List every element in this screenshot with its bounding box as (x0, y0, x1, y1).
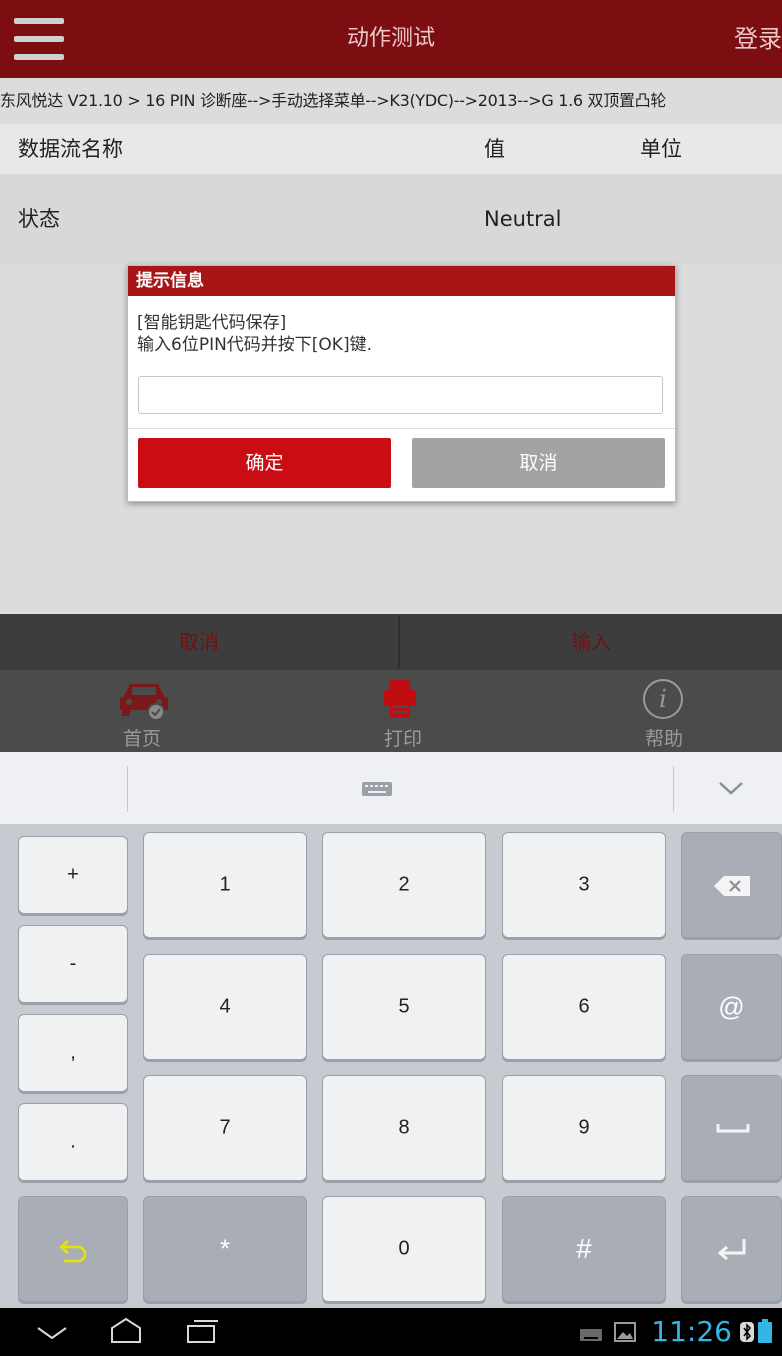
pin-input[interactable] (138, 376, 663, 414)
key-period[interactable]: . (18, 1103, 128, 1181)
keyboard-hide-chevron-icon[interactable] (716, 778, 746, 798)
svg-text:i: i (659, 685, 667, 713)
dialog-title-bar (128, 266, 675, 296)
table-header: 数据流名称 值 单位 (0, 124, 782, 174)
table-row: 状态 Neutral (0, 174, 782, 264)
column-name-header: 数据流名称 (18, 137, 123, 161)
key-star[interactable]: * (143, 1196, 307, 1302)
nav-print-label[interactable]: 打印 (343, 724, 463, 751)
key-8[interactable]: 8 (322, 1075, 486, 1181)
numeric-keyboard: + - , . 1 2 3 4 5 6 @ 7 8 9 * 0 # (0, 824, 782, 1308)
battery-icon (758, 1319, 772, 1343)
key-hash[interactable]: # (502, 1196, 666, 1302)
key-2[interactable]: 2 (322, 832, 486, 938)
row-value: Neutral (484, 207, 562, 231)
key-enter[interactable] (681, 1196, 782, 1302)
cancel-button[interactable]: 取消 (412, 438, 665, 488)
key-plus[interactable]: + (18, 836, 128, 914)
key-undo[interactable] (18, 1196, 128, 1302)
back-icon[interactable] (36, 1324, 68, 1342)
ok-button[interactable]: 确定 (138, 438, 391, 488)
action-cancel-button[interactable]: 取消 (0, 614, 398, 670)
action-input-button[interactable]: 输入 (400, 614, 782, 670)
key-backspace[interactable] (681, 832, 782, 938)
keyboard-toolbar-divider (673, 766, 674, 812)
dialog-title: 提示信息 (136, 271, 204, 291)
key-5[interactable]: 5 (322, 954, 486, 1060)
dialog-message-line2: 输入6位PIN代码并按下[OK]键. (137, 335, 372, 355)
home-icon[interactable] (108, 1316, 144, 1344)
key-9[interactable]: 9 (502, 1075, 666, 1181)
row-name: 状态 (18, 207, 60, 231)
keyboard-icon[interactable] (362, 781, 392, 796)
key-4[interactable]: 4 (143, 954, 307, 1060)
page-title: 动作测试 (346, 26, 435, 51)
print-icon[interactable] (380, 676, 420, 722)
prompt-dialog: 提示信息 [智能钥匙代码保存] 输入6位PIN代码并按下[OK]键. 确定 取消 (127, 265, 676, 502)
key-comma[interactable]: , (18, 1014, 128, 1092)
nav-home-label[interactable]: 首页 (82, 724, 202, 751)
key-at[interactable]: @ (681, 954, 782, 1060)
keyboard-toolbar-divider (127, 766, 128, 812)
key-0[interactable]: 0 (322, 1196, 486, 1302)
key-7[interactable]: 7 (143, 1075, 307, 1181)
key-1[interactable]: 1 (143, 832, 307, 938)
recent-apps-icon[interactable] (186, 1318, 220, 1344)
column-unit-header: 单位 (640, 137, 682, 161)
key-6[interactable]: 6 (502, 954, 666, 1060)
status-clock: 11:26 (651, 1315, 732, 1348)
dialog-divider (128, 428, 675, 429)
login-button[interactable]: 登录 (734, 0, 782, 78)
keyboard-status-icon (580, 1326, 602, 1341)
home-car-icon[interactable] (114, 676, 174, 722)
key-3[interactable]: 3 (502, 832, 666, 938)
key-minus[interactable]: - (18, 925, 128, 1003)
help-icon[interactable]: i (640, 676, 686, 722)
column-value-header: 值 (484, 137, 505, 161)
nav-help-label[interactable]: 帮助 (604, 724, 724, 751)
breadcrumb: 东风悦达 V21.10 > 16 PIN 诊断座-->手动选择菜单-->K3(Y… (0, 78, 782, 124)
screenshot-icon (614, 1322, 636, 1342)
key-space[interactable] (681, 1075, 782, 1181)
bluetooth-icon (740, 1322, 754, 1342)
